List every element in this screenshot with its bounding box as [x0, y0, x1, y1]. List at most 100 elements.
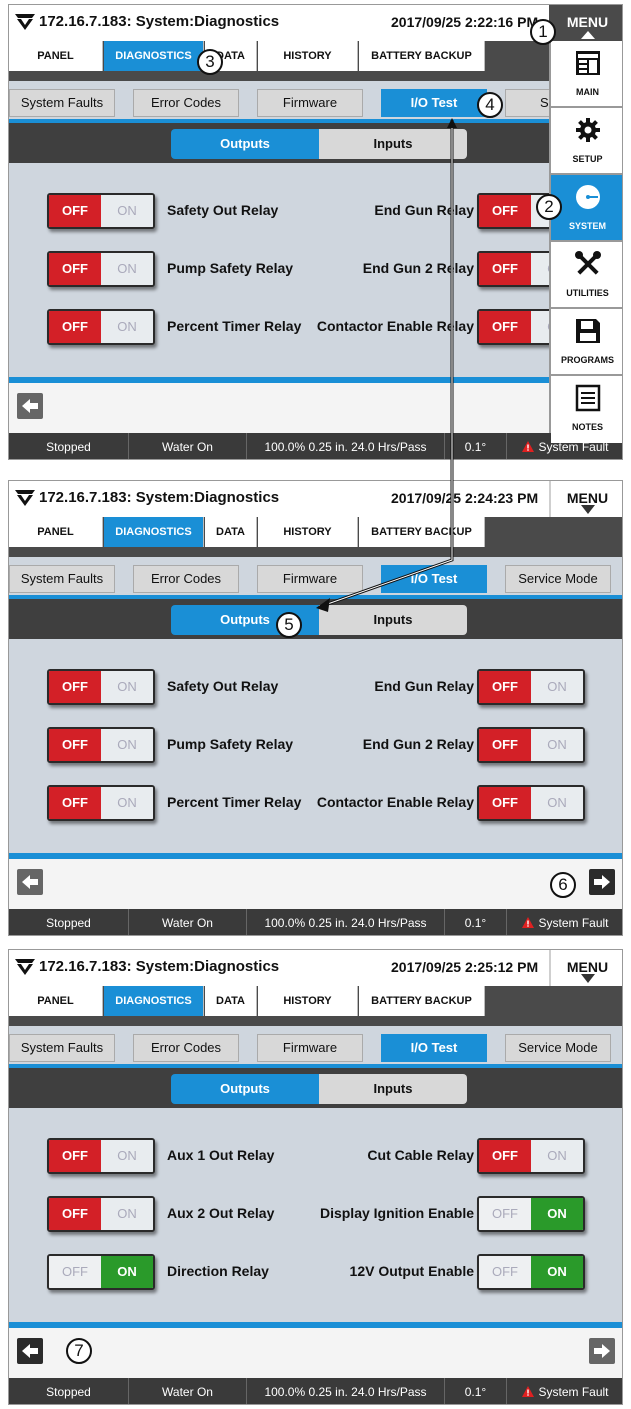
- menu-item-utilities[interactable]: UTILITIES: [551, 242, 622, 309]
- title-bar: 172.16.7.183: System:Diagnostics 2017/09…: [9, 950, 622, 986]
- tab-battery-backup[interactable]: BATTERY BACKUP: [359, 41, 485, 71]
- subtab-service-mode[interactable]: Service Mode: [505, 1034, 611, 1062]
- tab-battery-backup[interactable]: BATTERY BACKUP: [359, 986, 485, 1016]
- toggle-12v-output-enable[interactable]: OFF ON: [477, 1254, 585, 1290]
- menu-item-programs[interactable]: PROGRAMS: [551, 309, 622, 376]
- menu-item-label: NOTES: [571, 422, 603, 432]
- callout-5: 5: [276, 612, 302, 638]
- subtab-firmware[interactable]: Firmware: [257, 89, 363, 117]
- tab-diagnostics[interactable]: DIAGNOSTICS: [104, 517, 204, 547]
- toggle-safety-out-relay[interactable]: OFF ON: [47, 193, 155, 229]
- subtab-error-codes[interactable]: Error Codes: [133, 565, 239, 593]
- toggle-display-ignition-enable[interactable]: OFF ON: [477, 1196, 585, 1232]
- subtab-io-test[interactable]: I/O Test: [381, 89, 487, 117]
- subtab-system-faults[interactable]: System Faults: [9, 565, 115, 593]
- menu-item-main[interactable]: MAIN: [551, 41, 622, 108]
- toggle-aux-1-out-relay[interactable]: OFF ON: [47, 1138, 155, 1174]
- subtab-error-codes[interactable]: Error Codes: [133, 1034, 239, 1062]
- subtab-error-codes[interactable]: Error Codes: [133, 89, 239, 117]
- arrow-right-icon: [594, 1344, 610, 1358]
- footer: [9, 1328, 622, 1378]
- io-row: OFF ON Percent Timer Relay Contactor Ena…: [9, 309, 622, 349]
- segment-outputs[interactable]: Outputs: [171, 1074, 319, 1104]
- subtab-system-faults[interactable]: System Faults: [9, 89, 115, 117]
- status-rate: 100.0% 0.25 in. 24.0 Hrs/Pass: [247, 909, 445, 935]
- tab-panel[interactable]: PANEL: [9, 986, 103, 1016]
- tab-panel[interactable]: PANEL: [9, 41, 103, 71]
- io-label: End Gun Relay: [374, 202, 474, 218]
- sub-tabs: System Faults Error Codes Firmware I/O T…: [9, 557, 622, 599]
- tab-diagnostics[interactable]: DIAGNOSTICS: [104, 41, 204, 71]
- warning-icon: [522, 441, 535, 452]
- subtab-service-mode[interactable]: Service Mode: [505, 565, 611, 593]
- menu-item-setup[interactable]: SETUP: [551, 108, 622, 175]
- status-fault[interactable]: System Fault: [507, 909, 622, 935]
- notes-icon: [575, 384, 601, 412]
- prev-page-button[interactable]: [17, 869, 43, 895]
- status-angle: 0.1°: [445, 433, 507, 459]
- toggle-pump-safety-relay[interactable]: OFF ON: [47, 727, 155, 763]
- toggle-safety-out-relay[interactable]: OFF ON: [47, 669, 155, 705]
- toggle-end-gun-2-relay[interactable]: OFF ON: [477, 727, 585, 763]
- segment-control: Outputs Inputs: [9, 123, 622, 163]
- io-row: OFF ON Direction Relay 12V Output Enable…: [9, 1254, 622, 1294]
- subtab-io-test[interactable]: I/O Test: [381, 565, 487, 593]
- tab-history[interactable]: HISTORY: [258, 41, 358, 71]
- callout-1: 1: [530, 19, 556, 45]
- tab-history[interactable]: HISTORY: [258, 517, 358, 547]
- subtab-system-faults[interactable]: System Faults: [9, 1034, 115, 1062]
- menu-item-notes[interactable]: NOTES: [551, 376, 622, 443]
- toggle-percent-timer-relay[interactable]: OFF ON: [47, 785, 155, 821]
- next-page-button[interactable]: [589, 1338, 615, 1364]
- toggle-end-gun-relay[interactable]: OFF ON: [477, 669, 585, 705]
- title-bar: 172.16.7.183: System:Diagnostics 2017/09…: [9, 481, 622, 517]
- toggle-percent-timer-relay[interactable]: OFF ON: [47, 309, 155, 345]
- segment-inputs[interactable]: Inputs: [319, 1074, 467, 1104]
- toggle-aux-2-out-relay[interactable]: OFF ON: [47, 1196, 155, 1232]
- io-label: End Gun 2 Relay: [362, 736, 474, 752]
- menu-item-label: UTILITIES: [566, 288, 609, 298]
- menu-button[interactable]: MENU: [549, 5, 622, 41]
- tab-diagnostics[interactable]: DIAGNOSTICS: [104, 986, 204, 1016]
- status-machine: Stopped: [9, 909, 129, 935]
- io-row: OFF ON Pump Safety Relay End Gun 2 Relay…: [9, 727, 622, 767]
- menu-button[interactable]: MENU: [549, 481, 622, 517]
- tab-panel[interactable]: PANEL: [9, 517, 103, 547]
- prev-page-button[interactable]: [17, 1338, 43, 1364]
- tab-data[interactable]: DATA: [205, 986, 257, 1016]
- io-label: Contactor Enable Relay: [316, 318, 474, 334]
- status-machine: Stopped: [9, 433, 129, 459]
- io-label: 12V Output Enable: [349, 1263, 474, 1279]
- nav-tabs: PANEL DIAGNOSTICS DATA HISTORY BATTERY B…: [9, 517, 622, 557]
- io-label: Pump Safety Relay: [167, 260, 294, 276]
- segment-outputs[interactable]: Outputs: [171, 129, 319, 159]
- toggle-cut-cable-relay[interactable]: OFF ON: [477, 1138, 585, 1174]
- save-icon: [576, 319, 600, 343]
- subtab-io-test[interactable]: I/O Test: [381, 1034, 487, 1062]
- toggle-on-label: ON: [101, 787, 153, 819]
- subtab-firmware[interactable]: Firmware: [257, 1034, 363, 1062]
- prev-page-button[interactable]: [17, 393, 43, 419]
- tab-history[interactable]: HISTORY: [258, 986, 358, 1016]
- menu-item-label: MAIN: [576, 87, 599, 97]
- menu-label: MENU: [566, 14, 609, 30]
- toggle-on-label: ON: [101, 1198, 153, 1230]
- io-label: Percent Timer Relay: [167, 318, 302, 334]
- segment-inputs[interactable]: Inputs: [319, 129, 467, 159]
- caret-down-icon: [581, 974, 595, 983]
- subtab-firmware[interactable]: Firmware: [257, 565, 363, 593]
- toggle-direction-relay[interactable]: OFF ON: [47, 1254, 155, 1290]
- status-fault[interactable]: System Fault: [507, 1378, 622, 1404]
- tab-battery-backup[interactable]: BATTERY BACKUP: [359, 517, 485, 547]
- toggle-contactor-enable-relay[interactable]: OFF ON: [477, 785, 585, 821]
- toggle-pump-safety-relay[interactable]: OFF ON: [47, 251, 155, 287]
- segment-inputs[interactable]: Inputs: [319, 605, 467, 635]
- tab-data[interactable]: DATA: [205, 517, 257, 547]
- toggle-off-label: OFF: [49, 1198, 101, 1230]
- io-label: Pump Safety Relay: [167, 736, 294, 752]
- segment-control: Outputs Inputs: [9, 1068, 622, 1108]
- toggle-on-label: ON: [531, 1256, 583, 1288]
- menu-button[interactable]: MENU: [549, 950, 622, 986]
- next-page-button[interactable]: [589, 869, 615, 895]
- callout-7: 7: [66, 1338, 92, 1364]
